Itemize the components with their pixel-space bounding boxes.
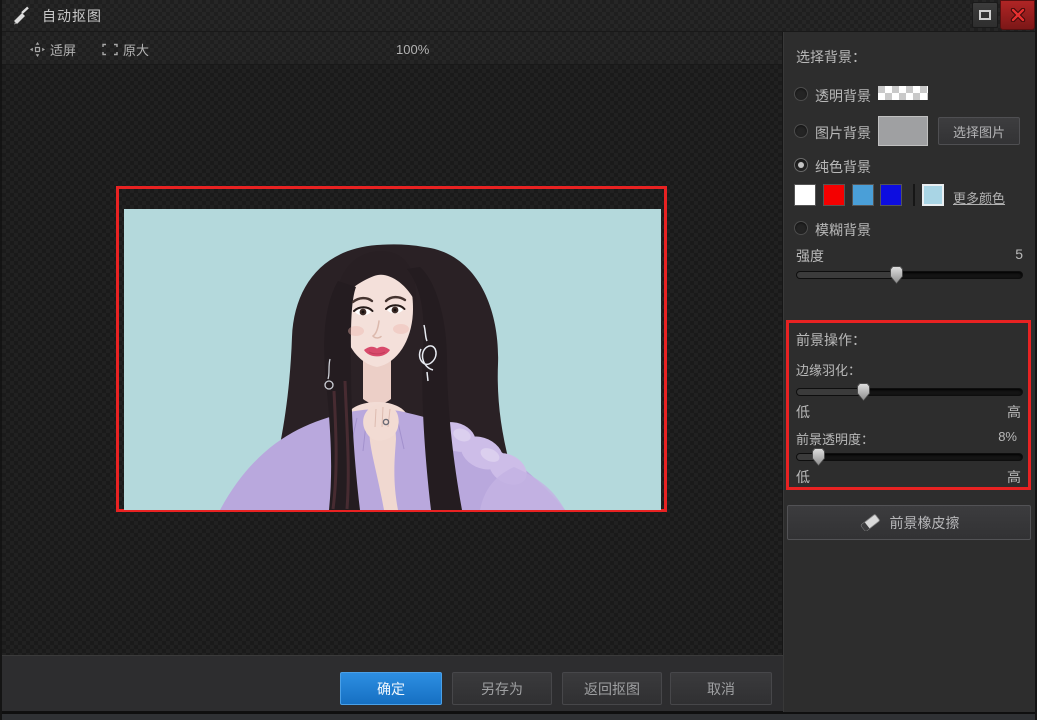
close-button[interactable] — [1000, 0, 1035, 30]
maximize-icon — [979, 10, 991, 20]
image-bg-label[interactable]: 图片背景 — [815, 123, 871, 143]
canvas-toolbar: 适屏 原大 100% — [2, 32, 782, 65]
solid-bg-radio[interactable] — [794, 158, 808, 172]
solid-bg-label[interactable]: 纯色背景 — [815, 157, 871, 177]
workspace-column: 适屏 原大 100% — [2, 32, 783, 712]
maximize-button[interactable] — [972, 2, 998, 28]
fg-opacity-value: 8% — [998, 429, 1017, 444]
blur-bg-label[interactable]: 模糊背景 — [815, 220, 871, 240]
feather-slider-fill — [797, 389, 864, 395]
canvas-area[interactable] — [2, 65, 782, 655]
background-section-title: 选择背景： — [796, 47, 866, 67]
feather-low-label: 低 — [796, 402, 810, 422]
strength-slider[interactable] — [796, 266, 1023, 284]
actual-size-label: 原大 — [123, 40, 149, 59]
settings-panel: 选择背景： 透明背景 图片背景 选择图片 纯色背景 更多颜色 模糊背景 强度 5 — [783, 32, 1037, 712]
opacity-low-label: 低 — [796, 467, 810, 487]
transparent-bg-label[interactable]: 透明背景 — [815, 86, 871, 106]
choose-image-button[interactable]: 选择图片 — [938, 117, 1020, 145]
blur-bg-radio[interactable] — [794, 221, 808, 235]
strength-slider-handle[interactable] — [890, 266, 903, 284]
transparent-bg-swatch[interactable] — [878, 86, 928, 100]
cancel-button[interactable]: 取消 — [670, 672, 772, 705]
foreground-eraser-button[interactable]: 前景橡皮擦 — [787, 505, 1031, 540]
actual-size-button[interactable]: 原大 — [102, 39, 149, 59]
opacity-high-label: 高 — [1007, 467, 1021, 487]
fg-opacity-slider-handle[interactable] — [812, 448, 825, 466]
fg-opacity-slider[interactable] — [796, 448, 1023, 466]
feather-slider-handle[interactable] — [857, 383, 870, 401]
strength-label: 强度 — [796, 246, 824, 266]
ok-button[interactable]: 确定 — [340, 672, 442, 705]
feather-slider[interactable] — [796, 383, 1023, 401]
fit-screen-button[interactable]: 适屏 — [30, 39, 76, 59]
transparent-bg-radio[interactable] — [794, 87, 808, 101]
strength-value: 5 — [1015, 246, 1023, 262]
color-swatch-red[interactable] — [823, 184, 845, 206]
footer-bar: 确定 另存为 返回抠图 取消 — [2, 655, 783, 712]
image-bg-radio[interactable] — [794, 124, 808, 138]
close-icon — [1010, 8, 1026, 22]
eraser-icon — [859, 514, 881, 531]
back-to-cutout-button[interactable]: 返回抠图 — [562, 672, 662, 705]
feather-label: 边缘羽化： — [796, 360, 861, 379]
window-bottom-edge — [2, 712, 1035, 720]
fit-screen-label: 适屏 — [50, 40, 76, 59]
zoom-value: 100% — [396, 42, 429, 57]
portrait-image — [124, 209, 661, 510]
foreground-eraser-label: 前景橡皮擦 — [890, 513, 960, 533]
foreground-section-title: 前景操作： — [796, 330, 866, 350]
fit-screen-icon — [30, 42, 45, 57]
app-window: 自动抠图 适屏 — [0, 0, 1037, 720]
color-swatch-selected[interactable] — [922, 184, 944, 206]
window-title: 自动抠图 — [42, 6, 102, 26]
cutout-tool-icon — [12, 6, 32, 26]
color-swatch-darkblue[interactable] — [880, 184, 902, 206]
color-swatch-white[interactable] — [794, 184, 816, 206]
feather-high-label: 高 — [1007, 402, 1021, 422]
swatch-separator — [913, 184, 915, 206]
fg-opacity-label: 前景透明度： — [796, 429, 874, 448]
save-as-button[interactable]: 另存为 — [452, 672, 552, 705]
more-colors-link[interactable]: 更多颜色 — [953, 188, 1005, 207]
fg-opacity-slider-track[interactable] — [796, 453, 1023, 461]
strength-slider-fill — [797, 272, 897, 278]
actual-size-icon — [102, 43, 118, 56]
color-swatch-blue[interactable] — [852, 184, 874, 206]
edited-photo[interactable] — [124, 209, 661, 510]
title-bar: 自动抠图 — [2, 0, 1035, 32]
image-bg-swatch[interactable] — [878, 116, 928, 146]
